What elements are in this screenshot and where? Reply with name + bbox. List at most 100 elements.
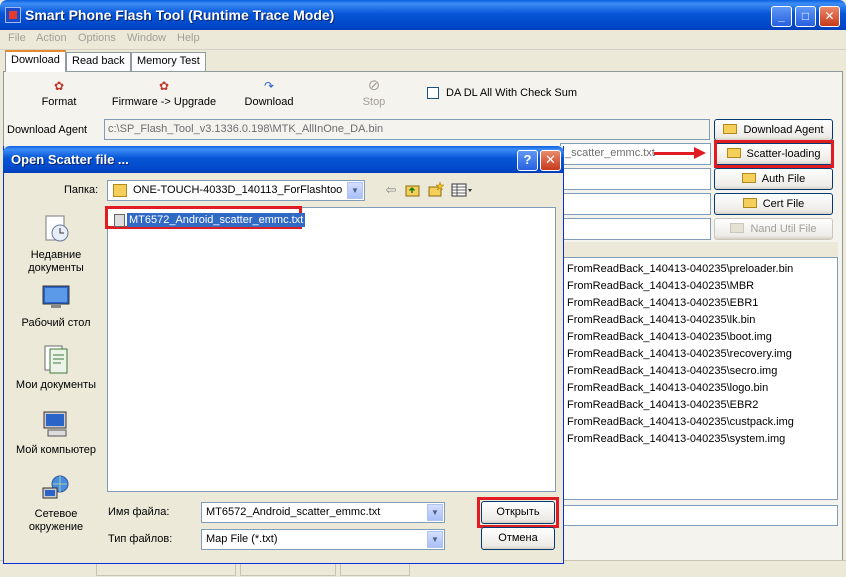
view-menu-icon[interactable] (450, 181, 474, 199)
filetype-select[interactable]: Map File (*.txt) ▼ (201, 529, 445, 550)
status-cell (96, 562, 236, 576)
file-item[interactable]: MT6572_Android_scatter_emmc.txt (105, 206, 306, 229)
list-item[interactable]: FromReadBack_140413-040235\EBR2 (567, 399, 758, 411)
format-label: Format (41, 96, 77, 108)
places-my-documents-label: Мои документы (15, 379, 97, 391)
menu-help[interactable]: Help (177, 32, 200, 44)
main-title-bar[interactable]: Smart Phone Flash Tool (Runtime Trace Mo… (0, 0, 846, 30)
dialog-title: Open Scatter file ... (11, 152, 129, 167)
back-icon[interactable]: ⇦ (382, 181, 400, 199)
look-in-value: ONE-TOUCH-4033D_140113_ForFlashtoolFr (133, 184, 343, 196)
folder-icon (741, 173, 756, 183)
firmware-upgrade-label: Firmware -> Upgrade (111, 96, 217, 108)
look-in-label: Папка: (64, 184, 99, 196)
cert-file-field[interactable] (560, 193, 711, 215)
filename-value: MT6572_Android_scatter_emmc.txt (206, 506, 381, 518)
chevron-down-icon[interactable]: ▼ (347, 182, 363, 199)
list-item[interactable]: FromReadBack_140413-040235\lk.bin (567, 314, 755, 326)
list-item[interactable]: FromReadBack_140413-040235\custpack.img (567, 416, 794, 428)
folder-icon (730, 223, 745, 233)
scatter-file-value: _scatter_emmc.txt (565, 147, 655, 159)
upgrade-icon: ✿ (158, 79, 170, 93)
menu-file[interactable]: File (8, 32, 26, 44)
menu-window[interactable]: Window (127, 32, 166, 44)
nand-util-field[interactable] (560, 218, 711, 240)
chevron-down-icon[interactable]: ▼ (427, 504, 443, 521)
list-item[interactable]: FromReadBack_140413-040235\MBR (567, 280, 754, 292)
look-in-combo[interactable]: ONE-TOUCH-4033D_140113_ForFlashtoolFr ▼ (107, 180, 365, 201)
folder-icon (742, 198, 757, 208)
minimize-button[interactable]: _ (771, 6, 792, 27)
nand-util-file-button-label: Nand Util File (750, 223, 817, 235)
download-agent-field[interactable]: c:\SP_Flash_Tool_v3.1336.0.198\MTK_AllIn… (104, 119, 710, 140)
stop-label: Stop (362, 96, 386, 108)
auth-file-button[interactable]: Auth File (714, 168, 833, 190)
auth-file-button-label: Auth File (761, 173, 806, 185)
cert-file-button-label: Cert File (762, 198, 805, 210)
app-icon (5, 7, 21, 23)
up-folder-icon[interactable] (404, 181, 422, 199)
format-button[interactable]: ✿ Format (14, 80, 104, 114)
list-item[interactable]: FromReadBack_140413-040235\recovery.img (567, 348, 792, 360)
menu-action[interactable]: Action (36, 32, 67, 44)
tab-read-back[interactable]: Read back (66, 52, 131, 71)
image-list[interactable] (546, 257, 838, 500)
list-item[interactable]: FromReadBack_140413-040235\logo.bin (567, 382, 768, 394)
places-network[interactable]: Сетевое окружение (10, 472, 102, 534)
status-cell (240, 562, 336, 576)
places-network-label: Сетевое окружение (28, 508, 84, 533)
folder-icon (723, 124, 738, 134)
dialog-title-bar[interactable]: Open Scatter file ... ? ✕ (3, 146, 564, 173)
menu-options[interactable]: Options (78, 32, 116, 44)
firmware-upgrade-button[interactable]: ✿ Firmware -> Upgrade (110, 80, 218, 114)
list-item[interactable]: FromReadBack_140413-040235\boot.img (567, 331, 772, 343)
download-label: Download (244, 96, 294, 108)
places-recent-label: Недавние документы (28, 249, 84, 274)
places-my-computer[interactable]: Мой компьютер (10, 408, 102, 457)
tab-download[interactable]: Download (5, 50, 66, 72)
image-list-header (546, 242, 838, 258)
my-computer-icon (43, 411, 67, 437)
places-desktop[interactable]: Рабочий стол (10, 281, 102, 330)
filetype-label: Тип файлов: (108, 533, 173, 545)
close-button[interactable]: ✕ (819, 6, 840, 27)
new-folder-icon[interactable] (427, 181, 445, 199)
filename-input[interactable]: MT6572_Android_scatter_emmc.txt ▼ (201, 502, 445, 523)
my-documents-icon (44, 345, 68, 374)
list-item[interactable]: FromReadBack_140413-040235\system.img (567, 433, 785, 445)
dialog-close-button[interactable]: ✕ (540, 150, 561, 171)
download-icon: ↷ (263, 79, 275, 93)
places-recent[interactable]: Недавние документы (10, 213, 102, 275)
tab-memory-test[interactable]: Memory Test (131, 52, 206, 71)
list-item[interactable]: FromReadBack_140413-040235\EBR1 (567, 297, 758, 309)
annotation-arrow (654, 152, 696, 155)
download-agent-button[interactable]: Download Agent (714, 119, 833, 141)
stop-button[interactable]: ⊘ Stop (329, 78, 419, 114)
recent-documents-icon (45, 215, 69, 242)
annotation-arrow-head (694, 147, 706, 159)
network-icon (42, 475, 69, 499)
download-agent-label: Download Agent (7, 124, 88, 136)
folder-icon (113, 184, 127, 197)
auth-file-field[interactable] (560, 168, 711, 190)
download-button[interactable]: ↷ Download (224, 80, 314, 114)
checksum-label: DA DL All With Check Sum (446, 87, 578, 99)
chevron-down-icon[interactable]: ▼ (427, 531, 443, 548)
open-button-highlight (477, 497, 559, 528)
cancel-button[interactable]: Отмена (481, 527, 555, 550)
places-desktop-label: Рабочий стол (21, 317, 91, 329)
list-item[interactable]: FromReadBack_140413-040235\secro.img (567, 365, 777, 377)
nand-util-file-button[interactable]: Nand Util File (714, 218, 833, 240)
format-icon: ✿ (53, 79, 65, 93)
maximize-button[interactable]: □ (795, 6, 816, 27)
text-file-icon (114, 214, 125, 227)
dialog-help-button[interactable]: ? (517, 150, 538, 171)
status-cell (340, 562, 410, 576)
scatter-loading-highlight (714, 140, 834, 168)
places-my-documents[interactable]: Мои документы (10, 343, 102, 392)
bottom-field[interactable] (546, 505, 838, 526)
file-list[interactable] (107, 207, 556, 492)
checkbox-box[interactable] (427, 87, 439, 99)
cert-file-button[interactable]: Cert File (714, 193, 833, 215)
list-item[interactable]: FromReadBack_140413-040235\preloader.bin (567, 263, 793, 275)
